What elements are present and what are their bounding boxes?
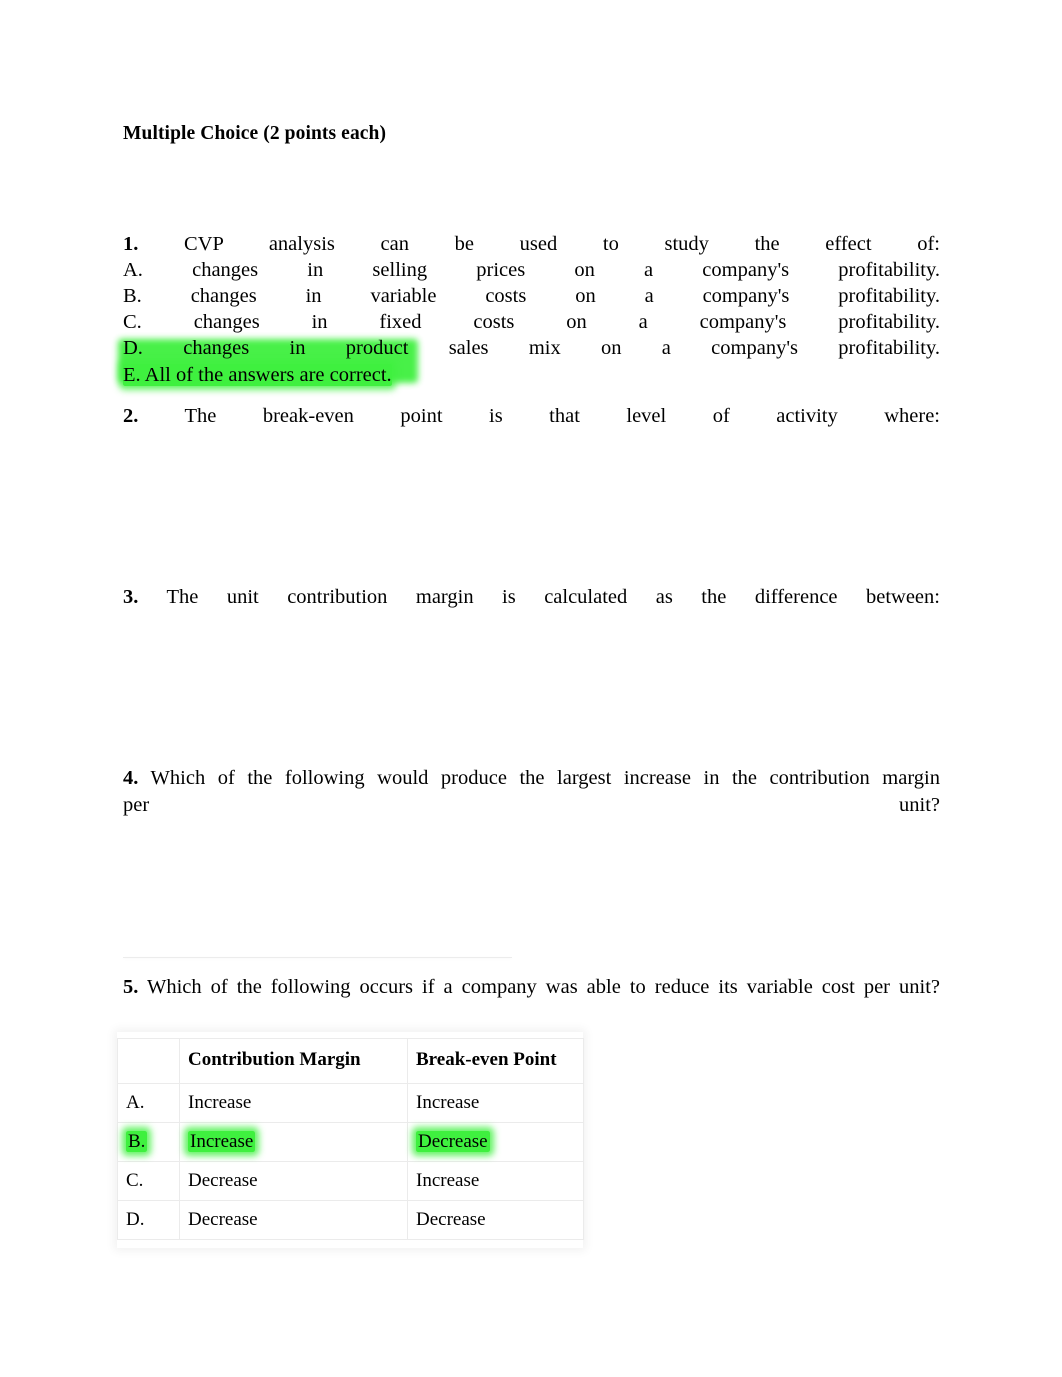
row-c-label: C.	[117, 1161, 180, 1201]
option-text-b: changes in variable costs on a company's…	[190, 285, 940, 307]
question-1-stem-text: CVP analysis can be used to study the ef…	[184, 233, 941, 255]
question-1-option-b[interactable]: B. changes in variable costs on a compan…	[123, 283, 940, 309]
question-4-number: 4.	[123, 767, 139, 789]
question-3-stem-text: The unit contribution margin is calculat…	[166, 586, 940, 608]
section-divider	[123, 957, 512, 958]
table-row[interactable]: B. Increase Decrease	[117, 1122, 584, 1162]
option-label-d: D.	[123, 337, 143, 359]
option-label-b: B.	[123, 285, 142, 307]
question-4-stem-line1: 4. Which of the following would produce …	[123, 765, 940, 791]
row-d-break-even-point: Decrease	[407, 1200, 584, 1240]
row-a-label: A.	[117, 1083, 180, 1123]
row-a-break-even-point: Increase	[407, 1083, 584, 1123]
question-5-number: 5.	[123, 976, 139, 998]
page-title: Multiple Choice (2 points each)	[123, 123, 387, 144]
option-label-e: E.	[123, 364, 141, 386]
question-5-stem: 5. Which of the following occurs if a co…	[123, 974, 940, 1000]
option-text-c: changes in fixed costs on a company's pr…	[193, 311, 940, 333]
row-d-label: D.	[117, 1200, 180, 1240]
question-4-stem-line2: per unit?	[123, 792, 940, 818]
question-1-stem: 1. CVP analysis can be used to study the…	[123, 231, 940, 257]
question-2-stem: 2. The break-even point is that level of…	[123, 403, 940, 429]
question-3-number: 3.	[123, 586, 139, 608]
table-row[interactable]: C. Decrease Increase	[117, 1161, 584, 1201]
table-row[interactable]: A. Increase Increase	[117, 1083, 584, 1123]
answer-options-table: Contribution Margin Break-even Point A. …	[117, 1038, 584, 1240]
question-3-stem: 3. The unit contribution margin is calcu…	[123, 584, 940, 610]
question-4-stem-text-line1: Which of the following would produce the…	[150, 767, 940, 789]
question-1-option-d[interactable]: D. changes in product sales mix on a com…	[123, 335, 940, 361]
header-letter	[117, 1038, 180, 1084]
question-1-option-e[interactable]: E. All of the answers are correct.	[123, 362, 940, 388]
table-header-row: Contribution Margin Break-even Point	[117, 1038, 584, 1084]
answer-table-container: Contribution Margin Break-even Point A. …	[117, 1032, 584, 1248]
header-contribution-margin: Contribution Margin	[179, 1038, 408, 1084]
question-5-stem-text: Which of the following occurs if a compa…	[147, 976, 940, 998]
row-b-contribution-margin: Increase	[179, 1122, 408, 1162]
row-b-cm-highlight: Increase	[188, 1131, 256, 1152]
document-page: Multiple Choice (2 points each) 1. CVP a…	[0, 0, 1062, 1377]
question-4-stem-line2-left: per	[123, 794, 150, 816]
option-label-c: C.	[123, 311, 142, 333]
row-b-break-even-point: Decrease	[407, 1122, 584, 1162]
question-4-stem-line2-right: unit?	[899, 794, 940, 816]
option-e-highlighted: E. All of the answers are correct.	[123, 364, 392, 386]
row-b-label: B.	[117, 1122, 180, 1162]
option-text-a: changes in selling prices on a company's…	[192, 259, 940, 281]
row-a-contribution-margin: Increase	[179, 1083, 408, 1123]
option-text-e: All of the answers are correct.	[144, 364, 392, 386]
question-2-number: 2.	[123, 405, 139, 427]
row-b-label-highlight: B.	[126, 1131, 148, 1152]
table-row[interactable]: D. Decrease Decrease	[117, 1200, 584, 1240]
question-1-option-c[interactable]: C. changes in fixed costs on a company's…	[123, 309, 940, 335]
option-label-a: A.	[123, 259, 143, 281]
option-text-d: changes in product sales mix on a compan…	[183, 337, 941, 359]
question-1-option-a[interactable]: A. changes in selling prices on a compan…	[123, 257, 940, 283]
row-b-bep-highlight: Decrease	[416, 1131, 490, 1152]
row-c-break-even-point: Increase	[407, 1161, 584, 1201]
question-1-number: 1.	[123, 233, 139, 255]
question-2-stem-text: The break-even point is that level of ac…	[184, 405, 941, 427]
header-break-even-point: Break-even Point	[407, 1038, 584, 1084]
row-c-contribution-margin: Decrease	[179, 1161, 408, 1201]
row-d-contribution-margin: Decrease	[179, 1200, 408, 1240]
